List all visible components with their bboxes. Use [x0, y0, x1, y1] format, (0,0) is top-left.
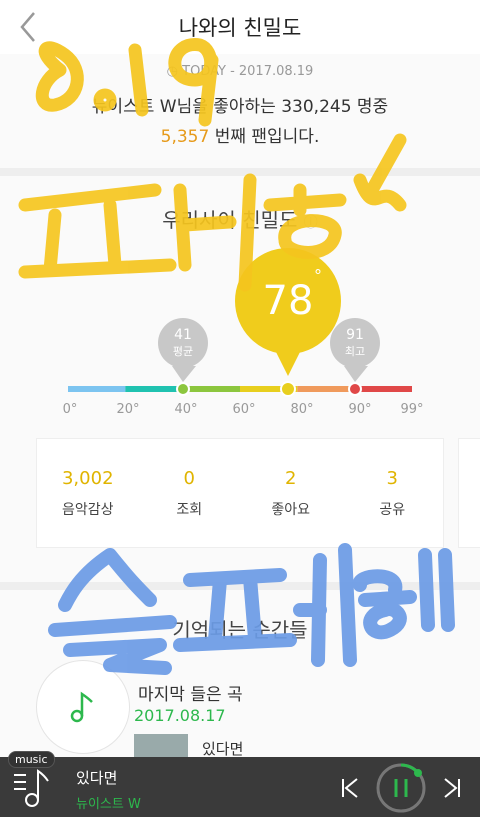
- average-pointer: [172, 366, 196, 382]
- gauge-segment: [354, 386, 412, 392]
- current-intimacy-value: 78: [262, 278, 314, 324]
- gauge-tick-label: 60°: [232, 402, 256, 417]
- degree-symbol: °: [314, 266, 322, 285]
- player-song-title[interactable]: 있다면: [76, 767, 117, 788]
- pause-button[interactable]: [374, 761, 428, 815]
- intimacy-section-title: 우리사이 친밀도 ⓘ: [162, 208, 318, 232]
- previous-icon[interactable]: [340, 777, 360, 799]
- gauge-segment: [297, 386, 355, 392]
- clock-icon: ◷: [166, 64, 179, 79]
- page-title: 나와의 친밀도: [178, 16, 302, 40]
- max-pointer: [344, 366, 368, 382]
- music-tag: music: [8, 751, 55, 768]
- music-note-icon: [70, 691, 93, 723]
- gauge-segment: [125, 386, 183, 392]
- album-thumbnail[interactable]: [134, 734, 188, 758]
- average-marker: [176, 382, 190, 396]
- stat-listens: 3,002 음악감상: [61, 467, 114, 518]
- stats-next-card[interactable]: [458, 438, 480, 548]
- last-song-label: 마지막 들은 곡: [138, 685, 243, 705]
- stat-shares: 3 공유: [379, 467, 406, 518]
- today-date: ◷ TODAY - 2017.08.19: [166, 64, 314, 79]
- intimacy-gauge: [68, 352, 412, 397]
- current-pointer: [276, 352, 300, 376]
- current-intimacy-bubble: 78: [235, 248, 341, 354]
- max-marker: [348, 382, 362, 396]
- next-icon[interactable]: [442, 777, 462, 799]
- gauge-segment: [68, 386, 126, 392]
- player-artist[interactable]: 뉴이스트 W: [76, 793, 141, 812]
- memories-section-title: 기억되는 순간들: [172, 618, 308, 642]
- top-bar: 나와의 친밀도: [0, 0, 480, 54]
- gauge-tick-label: 99°: [400, 402, 424, 417]
- stat-likes: 2 좋아요: [271, 467, 311, 518]
- music-note-circle: [36, 660, 130, 754]
- fan-rank-text: 5,357 번째 팬입니다.: [160, 127, 320, 147]
- info-icon[interactable]: ⓘ: [304, 215, 318, 231]
- divider: [0, 582, 480, 590]
- current-marker: [280, 381, 296, 397]
- playlist-icon[interactable]: [12, 767, 52, 809]
- last-song-date: 2017.08.17: [134, 706, 226, 725]
- fan-count-text: 뉴이스트 W님을 좋아하는 330,245 명중: [91, 97, 389, 117]
- fan-rank-number: 5,357: [160, 127, 210, 147]
- gauge-segment: [182, 386, 240, 392]
- mini-player: 있다면 뉴이스트 W: [0, 757, 480, 817]
- last-song-title[interactable]: 있다면: [202, 738, 243, 759]
- divider: [0, 168, 480, 176]
- stat-views: 0 조회: [176, 467, 203, 518]
- gauge-tick-label: 40°: [174, 402, 198, 417]
- gauge-tick-label: 90°: [348, 402, 372, 417]
- gauge-tick-label: 20°: [116, 402, 140, 417]
- stats-panel: 3,002 음악감상 0 조회 2 좋아요 3 공유: [36, 438, 444, 548]
- gauge-tick-label: 0°: [62, 402, 78, 417]
- back-arrow-icon[interactable]: [14, 9, 44, 45]
- gauge-tick-label: 80°: [290, 402, 314, 417]
